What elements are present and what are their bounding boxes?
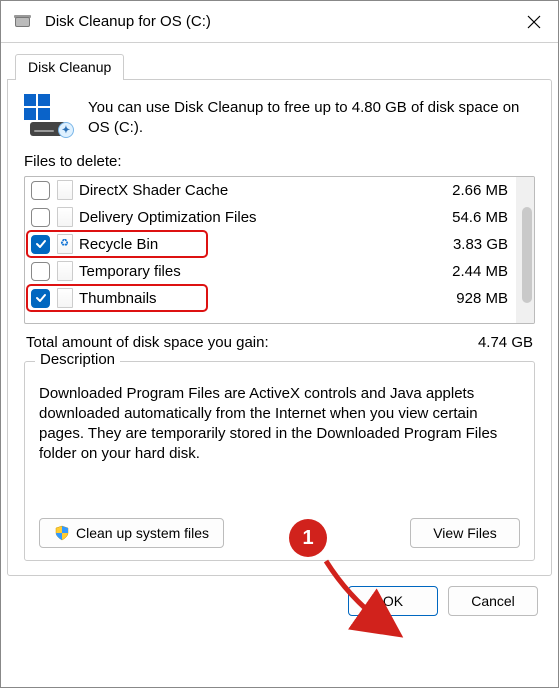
file-icon [57,288,73,308]
file-name: Recycle Bin [79,236,447,253]
file-size: 928 MB [450,290,508,307]
file-name: DirectX Shader Cache [79,182,446,199]
checkbox[interactable] [31,289,50,308]
recycle-bin-icon: ♻ [57,234,73,254]
intro-row: ✦ You can use Disk Cleanup to free up to… [24,94,535,139]
description-title: Description [35,351,120,368]
scrollbar-thumb[interactable] [522,207,532,303]
checkbox[interactable] [31,235,50,254]
list-item[interactable]: ♻ Recycle Bin3.83 GB [25,231,516,258]
files-listbox[interactable]: DirectX Shader Cache2.66 MBDelivery Opti… [24,176,535,324]
file-size: 3.83 GB [447,236,508,253]
titlebar: Disk Cleanup for OS (C:) [1,1,558,43]
file-name: Delivery Optimization Files [79,209,446,226]
close-button[interactable] [510,1,558,43]
file-name: Thumbnails [79,290,450,307]
ok-button[interactable]: OK [348,586,438,616]
files-to-delete-label: Files to delete: [24,153,535,170]
list-item[interactable]: Temporary files2.44 MB [25,258,516,285]
window-title: Disk Cleanup for OS (C:) [45,13,510,30]
list-item[interactable]: DirectX Shader Cache2.66 MB [25,177,516,204]
file-size: 2.66 MB [446,182,508,199]
file-icon [57,261,73,281]
tab-panel: ✦ You can use Disk Cleanup to free up to… [7,79,552,576]
file-icon [57,207,73,227]
description-group: Description Downloaded Program Files are… [24,361,535,561]
tabstrip: Disk Cleanup [7,53,552,79]
cancel-button[interactable]: Cancel [448,586,538,616]
annotation-step-badge: 1 [289,519,327,557]
tab-disk-cleanup[interactable]: Disk Cleanup [15,54,124,80]
scrollbar[interactable] [516,177,534,323]
checkbox[interactable] [31,262,50,281]
list-item[interactable]: Thumbnails928 MB [25,285,516,312]
view-files-label: View Files [433,525,497,541]
total-row: Total amount of disk space you gain: 4.7… [26,334,533,351]
view-files-button[interactable]: View Files [410,518,520,548]
list-item[interactable]: Delivery Optimization Files54.6 MB [25,204,516,231]
cancel-label: Cancel [471,593,515,609]
total-label: Total amount of disk space you gain: [26,334,269,351]
description-text: Downloaded Program Files are ActiveX con… [39,384,520,484]
dialog-buttons: OK Cancel [7,576,552,616]
checkbox[interactable] [31,181,50,200]
close-icon [527,15,541,29]
disk-cleanup-window: Disk Cleanup for OS (C:) Disk Cleanup ✦ … [0,0,559,688]
file-name: Temporary files [79,263,446,280]
app-icon [13,13,35,31]
file-icon [57,180,73,200]
intro-text: You can use Disk Cleanup to free up to 4… [88,94,535,139]
disk-cleanup-icon: ✦ [24,94,74,138]
checkbox[interactable] [31,208,50,227]
shield-icon [54,525,70,541]
file-size: 2.44 MB [446,263,508,280]
ok-label: OK [383,593,403,609]
total-value: 4.74 GB [478,334,533,351]
clean-system-files-label: Clean up system files [76,525,209,541]
clean-system-files-button[interactable]: Clean up system files [39,518,224,548]
file-size: 54.6 MB [446,209,508,226]
